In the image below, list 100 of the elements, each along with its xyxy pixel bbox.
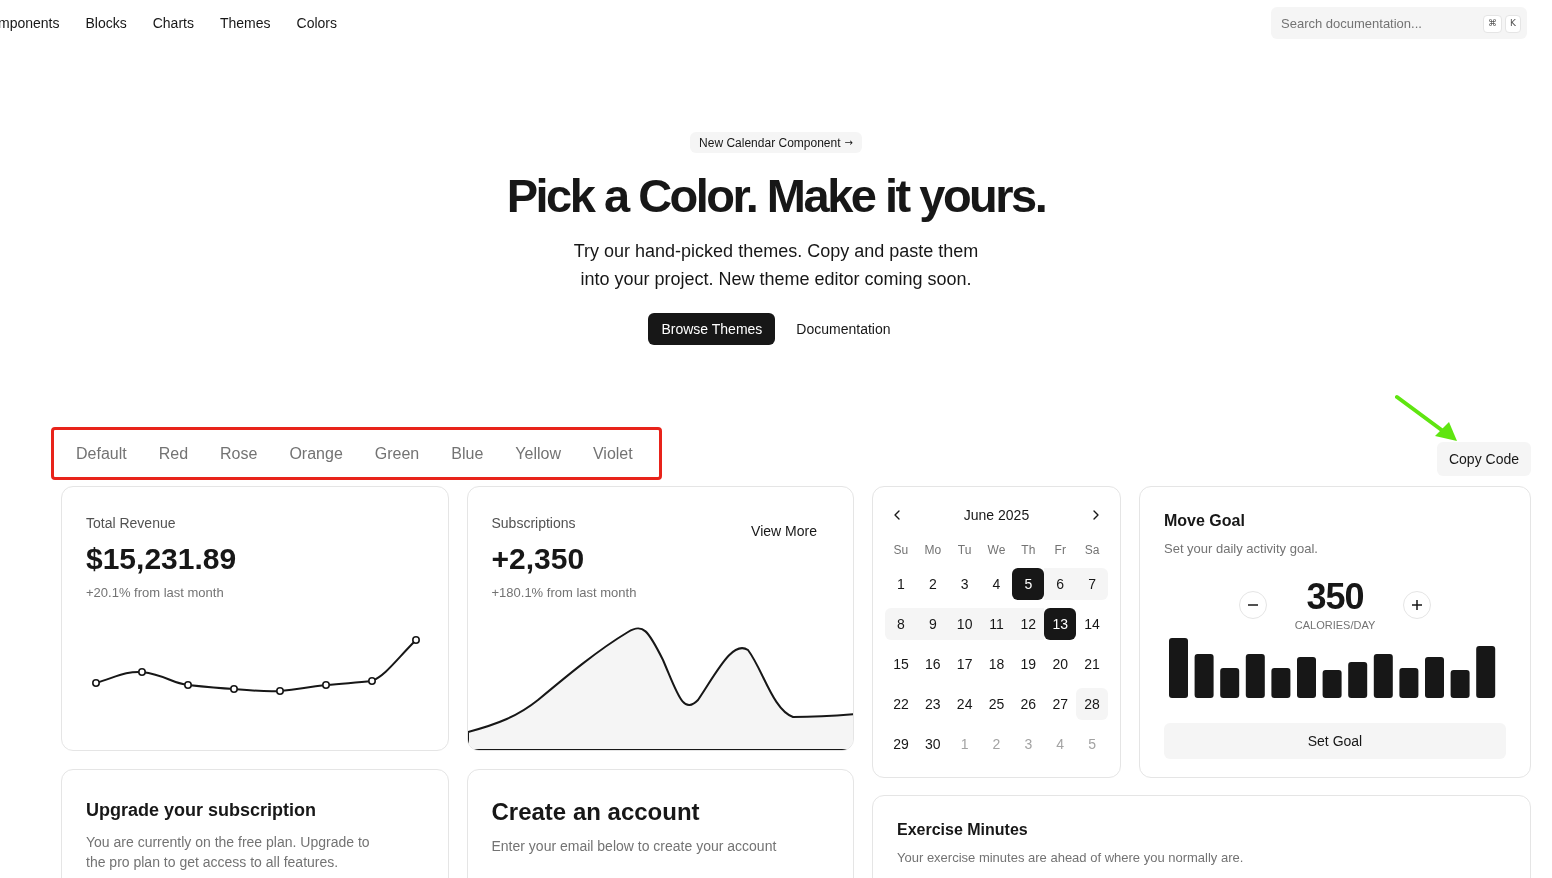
card-title: Exercise Minutes	[897, 820, 1029, 840]
shortcut-key: K	[1505, 15, 1521, 33]
announcement-badge[interactable]: New Calendar Component →	[690, 132, 862, 153]
documentation-button[interactable]: Documentation	[783, 313, 904, 345]
calendar-day[interactable]: 2	[916, 568, 949, 600]
chart-bar	[1425, 657, 1444, 698]
calendar-day[interactable]: 16	[916, 648, 949, 680]
page-title: Pick a Color. Make it yours.	[506, 169, 1046, 223]
goal-value: 350	[1306, 576, 1364, 617]
calendar-day[interactable]: 4	[980, 568, 1013, 600]
calendar-day[interactable]: 6	[1044, 568, 1077, 600]
change-text: +180.1% from last month	[491, 584, 637, 602]
card-title: Upgrade your subscription	[86, 799, 318, 822]
chart-bar	[1476, 646, 1496, 698]
goal-unit: CALORIES/DAY	[1294, 617, 1376, 633]
calendar-day[interactable]: 26	[1012, 688, 1045, 720]
chart-bar	[1297, 657, 1316, 698]
copy-code-button[interactable]: Copy Code	[1436, 442, 1531, 476]
calendar-day[interactable]: 18	[980, 648, 1013, 680]
nav-link[interactable]: Themes	[219, 12, 271, 34]
chart-bar	[1169, 638, 1188, 698]
weekday-label: Su	[892, 542, 910, 559]
card-label: Total Revenue	[86, 514, 177, 533]
chart-point	[138, 667, 146, 676]
weekday-label: Th	[1020, 542, 1037, 559]
weekday-label: Mo	[923, 542, 943, 559]
calendar-day[interactable]: 25	[980, 688, 1013, 720]
calendar-day[interactable]: 27	[1044, 688, 1077, 720]
chart-point	[184, 680, 192, 689]
weekday-label: Fr	[1053, 542, 1067, 559]
theme-tab[interactable]: Default	[76, 441, 127, 466]
nav-link[interactable]: Colors	[296, 12, 337, 34]
calendar-day[interactable]: 15	[885, 648, 917, 680]
nav-link[interactable]: Charts	[152, 12, 194, 34]
nav-link[interactable]: Blocks	[85, 12, 127, 34]
calendar-day[interactable]: 24	[948, 688, 981, 720]
calendar-day[interactable]: 11	[980, 608, 1013, 640]
chart-point	[92, 678, 100, 687]
calendar-day[interactable]: 21	[1076, 648, 1108, 680]
calendar-day[interactable]: 23	[916, 688, 949, 720]
shortcut-key: ⌘	[1483, 15, 1503, 33]
calendar-day[interactable]: 22	[885, 688, 917, 720]
annotation-arrow	[1395, 394, 1459, 444]
calendar-day[interactable]: 3	[948, 568, 981, 600]
calendar-day[interactable]: 8	[885, 608, 917, 640]
chart-bar	[1220, 668, 1240, 698]
card-description: Set your daily activity goal.	[1164, 540, 1319, 558]
chart-point	[276, 686, 284, 695]
set-goal-button[interactable]: Set Goal	[1164, 723, 1506, 759]
month-label: June 2025	[963, 505, 1030, 525]
calendar-day[interactable]: 29	[885, 728, 917, 760]
card-description: Your exercise minutes are ahead of where you normally are.	[897, 849, 1245, 867]
calendar-day[interactable]: 28	[1076, 688, 1108, 720]
plus-icon	[1412, 599, 1422, 610]
calendar-day[interactable]: 20	[1044, 648, 1077, 680]
chart-bar	[1450, 670, 1470, 698]
calendar-day[interactable]: 19	[1012, 648, 1045, 680]
browse-button[interactable]: Browse Themes	[648, 313, 776, 345]
calendar-day[interactable]: 9	[916, 608, 949, 640]
chart-bar	[1373, 654, 1393, 698]
theme-tab[interactable]: Rose	[220, 441, 258, 466]
calendar-day[interactable]: 1	[885, 568, 917, 600]
view-more-link[interactable]: View More	[751, 521, 817, 542]
weekday-label: Sa	[1083, 542, 1101, 559]
chart-point	[322, 680, 330, 689]
arrow-icon: →	[844, 135, 853, 150]
calendar-day[interactable]: 13	[1044, 608, 1077, 640]
calendar-day[interactable]: 7	[1076, 568, 1108, 600]
theme-tab[interactable]: Orange	[289, 441, 343, 466]
card-title: Move Goal	[1164, 511, 1246, 531]
theme-tab[interactable]: Blue	[451, 441, 484, 466]
revenue-value: $15,231.89	[86, 541, 238, 577]
card-description: Enter your email below to create your account	[491, 837, 778, 856]
chart-bar	[1245, 654, 1265, 698]
page-subtitle: Try our hand-picked themes. Copy and paste them into your project. New theme editor coming soon.	[573, 240, 979, 291]
theme-tab[interactable]: Yellow	[515, 441, 561, 466]
chart-bar	[1194, 654, 1214, 698]
theme-tab[interactable]: Red	[158, 441, 189, 466]
weekday-label: Tu	[956, 542, 973, 559]
chart-bar	[1271, 668, 1291, 698]
calendar-day[interactable]: 5	[1012, 568, 1045, 600]
calendar-day[interactable]: 12	[1012, 608, 1045, 640]
calendar-day[interactable]: 10	[948, 608, 981, 640]
chart-point	[412, 635, 420, 644]
card-description: You are currently on the free plan. Upgrade to the pro plan to get access to all features.	[86, 833, 371, 872]
subscriptions-value: +2,350	[491, 541, 586, 577]
chart-bar	[1399, 668, 1419, 698]
card-title: Create an account	[491, 797, 701, 827]
calendar-day[interactable]: 14	[1076, 608, 1108, 640]
chart-point	[368, 676, 376, 685]
chart-point	[230, 684, 238, 693]
change-text: +20.1% from last month	[86, 584, 225, 602]
calendar-day[interactable]: 17	[948, 648, 981, 680]
chart-bar	[1322, 670, 1342, 698]
chart-bar	[1348, 662, 1368, 698]
calendar-day[interactable]: 30	[916, 728, 949, 760]
weekday-label: We	[986, 542, 1007, 559]
theme-tab[interactable]: Green	[374, 441, 420, 466]
card-label: Subscriptions	[491, 514, 577, 533]
theme-tab[interactable]: Violet	[592, 441, 633, 466]
